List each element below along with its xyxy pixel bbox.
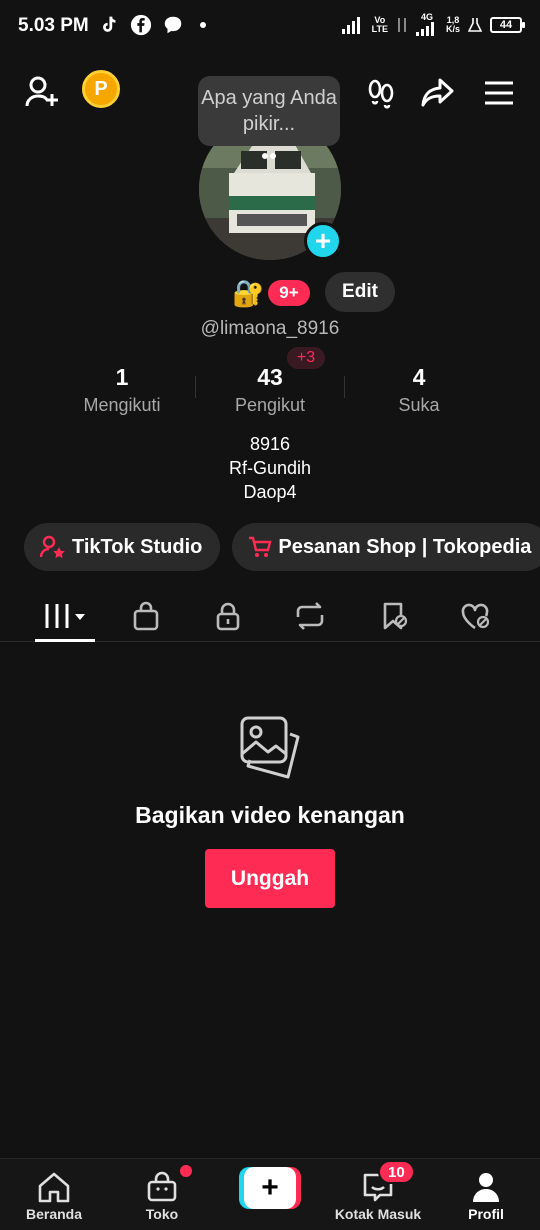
coins-button[interactable]: P	[82, 70, 120, 108]
tiktok-studio-chip[interactable]: TikTok Studio	[24, 523, 221, 571]
tab-favorites[interactable]	[364, 590, 424, 642]
bio: 8916 Rf-Gundih Daop4	[0, 432, 540, 504]
active-tab-indicator	[35, 639, 95, 642]
add-avatar-plus-icon[interactable]: +	[304, 222, 342, 260]
plus-icon: +	[244, 1167, 296, 1209]
footprints-icon	[368, 79, 394, 109]
footprints-button[interactable]	[362, 74, 400, 112]
videos-grid-icon	[45, 604, 85, 628]
shop-bag-icon	[147, 1171, 177, 1202]
profile-content-tabs	[0, 590, 540, 642]
profile-shortcuts: TikTok Studio Pesanan Shop | Tokopedia	[24, 523, 540, 571]
stat-following[interactable]: 1 Mengikuti	[47, 364, 197, 416]
shopping-bag-icon	[133, 601, 159, 631]
tab-private[interactable]	[198, 590, 258, 642]
share-arrow-icon	[421, 78, 454, 107]
status-bar: 5.03 PM Vo LTE 4G 1,8 K/s 44	[0, 0, 540, 52]
facebook-icon	[130, 14, 152, 36]
chat-bubble-icon	[164, 16, 182, 34]
menu-button[interactable]	[480, 74, 518, 112]
username: @limaona_8916	[200, 318, 340, 339]
add-user-icon	[25, 76, 58, 107]
add-friend-button[interactable]	[22, 72, 62, 112]
more-notifications-dot	[200, 22, 206, 28]
battery-icon: 44	[490, 16, 525, 33]
profile-badges: 🔐 9+ Edit	[0, 272, 540, 312]
tiktok-icon	[103, 16, 116, 32]
empty-state-message: Bagikan video kenangan	[135, 802, 405, 828]
home-icon	[38, 1172, 70, 1203]
create-post-button[interactable]: +	[239, 1167, 301, 1209]
nav-shop[interactable]: Toko	[112, 1159, 212, 1230]
hamburger-menu-icon	[485, 81, 513, 105]
stat-likes[interactable]: 4 Suka	[344, 364, 494, 416]
bio-line: Rf-Gundih	[228, 458, 312, 478]
tab-liked[interactable]	[446, 590, 506, 642]
stat-followers[interactable]: 43 Pengikut	[195, 364, 345, 416]
thought-bubble[interactable]: Apa yang Anda pikir...	[198, 76, 340, 146]
flask-icon	[468, 17, 482, 32]
upload-button[interactable]: Unggah	[205, 849, 335, 908]
bottom-navigation: Beranda Toko + Kotak Masuk Profil	[0, 1158, 540, 1230]
tab-videos[interactable]	[35, 590, 95, 642]
heart-hidden-icon	[461, 603, 490, 630]
edit-profile-button[interactable]: Edit	[325, 272, 395, 312]
profile-stats: 1 Mengikuti 43 Pengikut 4 Suka	[0, 364, 540, 424]
nav-home[interactable]: Beranda	[4, 1159, 104, 1230]
inbox-count-badge: 10	[378, 1160, 415, 1184]
lock-tab-icon	[216, 602, 240, 631]
repost-icon	[296, 602, 324, 630]
signal-icon-2	[415, 22, 434, 36]
share-profile-button[interactable]	[418, 72, 458, 112]
tab-shop[interactable]	[116, 590, 176, 642]
photo-stack-icon	[240, 716, 300, 779]
nav-profile[interactable]: Profil	[436, 1159, 536, 1230]
bio-line: 8916	[249, 434, 291, 454]
lock-icon: 🔐	[232, 278, 265, 308]
bio-line: Daop4	[243, 482, 297, 502]
chip-label: TikTok Studio	[72, 535, 203, 558]
coin-icon: P	[82, 70, 120, 108]
profile-icon	[473, 1173, 499, 1202]
shopping-cart-icon	[248, 535, 272, 559]
clock: 5.03 PM	[18, 15, 89, 36]
data-arrows-icon	[397, 17, 406, 32]
chip-label: Pesanan Shop | Tokopedia	[278, 535, 532, 558]
shop-notification-dot	[180, 1165, 192, 1177]
bookmark-hidden-icon	[383, 602, 408, 630]
notification-badge[interactable]: 9+	[268, 280, 310, 306]
shop-orders-chip[interactable]: Pesanan Shop | Tokopedia	[232, 523, 540, 571]
tab-reposts[interactable]	[280, 590, 340, 642]
creator-star-icon	[40, 535, 66, 559]
signal-icon	[341, 16, 360, 34]
